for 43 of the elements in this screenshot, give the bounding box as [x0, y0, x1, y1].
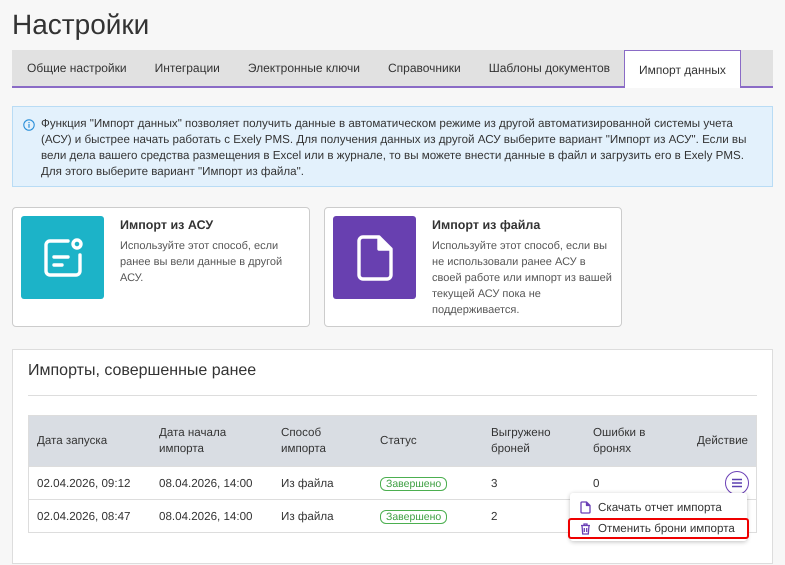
status-badge: Завершено — [380, 510, 448, 524]
document-icon — [580, 501, 591, 514]
menu-item-label: Скачать отчет импорта — [598, 501, 722, 514]
card-description: Используйте этот способ, если ранее вы вели данные в другой АСУ. — [120, 239, 284, 286]
menu-item[interactable]: Отменить брони импорта — [568, 518, 749, 539]
card-description: Используйте этот способ, если вы не использовали ранее АСУ в своей работе или импорт из вашей текущей АСУ пока не поддерживается. — [432, 239, 613, 318]
trash-icon — [580, 522, 591, 534]
table-cell: 02.04.2026, 08:47 — [37, 510, 130, 522]
tab[interactable]: Справочники — [374, 50, 475, 86]
info-icon — [23, 119, 35, 131]
table-cell: 2 — [491, 510, 498, 522]
menu-item[interactable]: Скачать отчет импорта — [568, 497, 749, 518]
tab[interactable]: Импорт данных — [624, 50, 741, 88]
import-option-card[interactable]: Импорт из файла Используйте этот способ, если вы не использовали ранее АСУ в своей работе или импорт из вашей текущей АСУ пока не поддерживается. — [324, 207, 622, 327]
tab[interactable]: Электронные ключи — [234, 50, 374, 86]
tab[interactable]: Общие настройки — [13, 50, 141, 86]
menu-button[interactable] — [725, 471, 749, 495]
import-option-card[interactable]: Импорт из АСУ Используйте этот способ, если ранее вы вели данные в другой АСУ. — [12, 207, 310, 327]
column-header: Выгружено броней — [483, 416, 585, 466]
column-header: Дата начала импорта — [151, 416, 273, 466]
status-badge: Завершено — [380, 476, 448, 490]
document-icon — [354, 234, 394, 282]
table-cell: 0 — [593, 476, 600, 490]
menu-icon — [731, 478, 743, 488]
tab[interactable]: Шаблоны документов — [474, 50, 624, 86]
column-header: Ошибки в бронях — [585, 416, 689, 466]
table-cell: 3 — [491, 476, 498, 490]
page-title: Настройки — [12, 8, 150, 42]
table-cell: 02.04.2026, 09:12 — [37, 476, 130, 490]
table-cell: 08.04.2026, 14:00 — [159, 476, 252, 490]
table-cell: Из файла — [281, 476, 334, 490]
tab[interactable]: Интеграции — [140, 50, 234, 86]
column-header: Действие — [689, 416, 756, 466]
column-header: Статус — [372, 416, 483, 466]
column-header: Способ импорта — [273, 416, 372, 466]
info-text: Функция "Импорт данных" позволяет получить данные в автоматическом режиме из другой автоматизированной системы учета (АСУ) и быстрее начать работать с Exely PMS. Для получения данных из другой АСУ выберите вариант "Импорт из АСУ". Если вы вели дела вашего средства размещения в Excel или в журнале, то вы можете внести данные в файл и загрузить его в Exely PMS. Для этого выберите вариант "Импорт из файла". — [41, 116, 748, 178]
section-title: Импорты, совершенные ранее — [28, 350, 757, 396]
card-title: Импорт из файла — [432, 218, 542, 232]
card-title: Импорт из АСУ — [120, 218, 214, 232]
table-cell: 08.04.2026, 14:00 — [159, 510, 252, 522]
menu-item-label: Отменить брони импорта — [598, 522, 735, 535]
table-cell: Из файла — [281, 510, 334, 522]
column-header: Дата запуска — [28, 416, 151, 466]
